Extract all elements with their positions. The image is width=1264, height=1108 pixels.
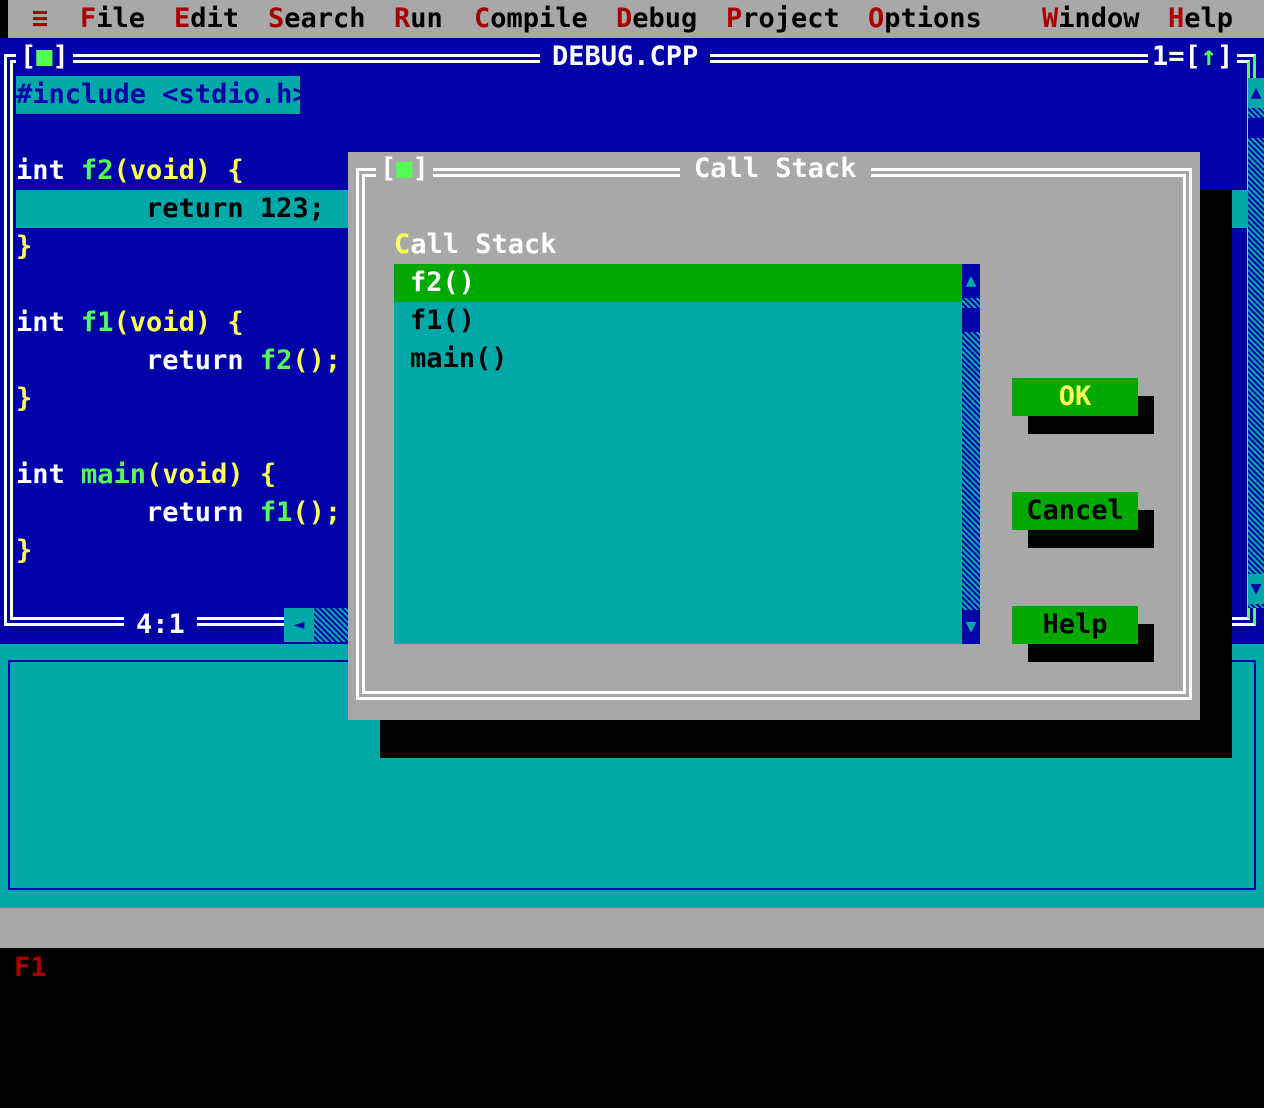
code-line-11: int main(void) {	[16, 459, 277, 490]
code-line-9: }	[16, 383, 33, 414]
code-line-7: int f1(void) {	[16, 307, 244, 338]
scroll-left-arrow-icon[interactable]: ◄	[284, 608, 314, 642]
ok-button[interactable]: OK	[1012, 378, 1138, 416]
call-stack-list-label[interactable]: Call Stack	[394, 226, 557, 264]
status-bar: F1 Help │ Use cursor keys to examine the…	[0, 908, 1264, 1103]
editor-vertical-scrollbar[interactable]	[1248, 78, 1264, 608]
call-stack-selected-row	[394, 264, 962, 302]
scroll-down-arrow-icon[interactable]: ▼	[1248, 574, 1264, 604]
menu-bar: ≡ File Edit Search Run Compile Debug Pro…	[0, 0, 1264, 38]
code-line-3: int f2(void) {	[16, 155, 244, 186]
call-stack-item[interactable]: f2()	[410, 264, 475, 302]
system-menu-icon[interactable]: ≡	[32, 0, 48, 38]
status-separator: │	[140, 1032, 157, 1063]
status-message: Use cursor keys to examine the Call Stac…	[156, 1072, 839, 1103]
menu-window[interactable]: Window	[1042, 0, 1140, 38]
menu-project[interactable]: Project	[726, 0, 840, 38]
call-stack-item[interactable]: f1()	[410, 302, 475, 340]
list-scroll-up-arrow-icon[interactable]: ▲	[962, 264, 980, 298]
menu-run[interactable]: Run	[394, 0, 443, 38]
call-stack-item[interactable]: main()	[410, 340, 508, 378]
menu-edit[interactable]: Edit	[174, 0, 239, 38]
status-key-f1[interactable]: F1	[14, 948, 47, 988]
menu-options[interactable]: Options	[868, 0, 982, 38]
code-line-13: }	[16, 535, 33, 566]
editor-window-number[interactable]: 1=[↑]	[1148, 42, 1238, 72]
dialog-close-button[interactable]: [■]	[376, 152, 433, 186]
code-line-1: #include <stdio.h>	[16, 79, 309, 110]
status-key-label: Help	[46, 992, 128, 1023]
cancel-button[interactable]: Cancel	[1012, 492, 1138, 530]
menu-bar-left-edge	[0, 0, 8, 38]
help-button[interactable]: Help	[1012, 606, 1138, 644]
editor-close-button[interactable]: [■]	[16, 42, 73, 72]
list-scroll-thumb[interactable]	[962, 308, 980, 332]
list-scroll-down-arrow-icon[interactable]: ▼	[962, 610, 980, 644]
scroll-up-arrow-icon[interactable]: ▲	[1248, 78, 1264, 108]
menu-debug[interactable]: Debug	[616, 0, 697, 38]
menu-help[interactable]: Help	[1168, 0, 1233, 38]
menu-search[interactable]: Search	[268, 0, 366, 38]
vertical-scroll-thumb[interactable]	[1248, 118, 1264, 138]
menu-file[interactable]: File	[80, 0, 145, 38]
call-stack-dialog[interactable]: [■] Call Stack Call Stack f2() f1() main…	[348, 152, 1200, 720]
code-line-12: return f1();	[16, 497, 342, 528]
code-line-4: return 123;	[16, 193, 325, 224]
menu-compile[interactable]: Compile	[474, 0, 588, 38]
code-line-5: }	[16, 231, 33, 262]
dialog-title: Call Stack	[680, 152, 871, 186]
call-stack-list[interactable]	[394, 264, 962, 644]
editor-title: DEBUG.CPP	[540, 42, 711, 72]
cursor-position: 4:1	[124, 608, 197, 642]
code-line-8: return f2();	[16, 345, 342, 376]
